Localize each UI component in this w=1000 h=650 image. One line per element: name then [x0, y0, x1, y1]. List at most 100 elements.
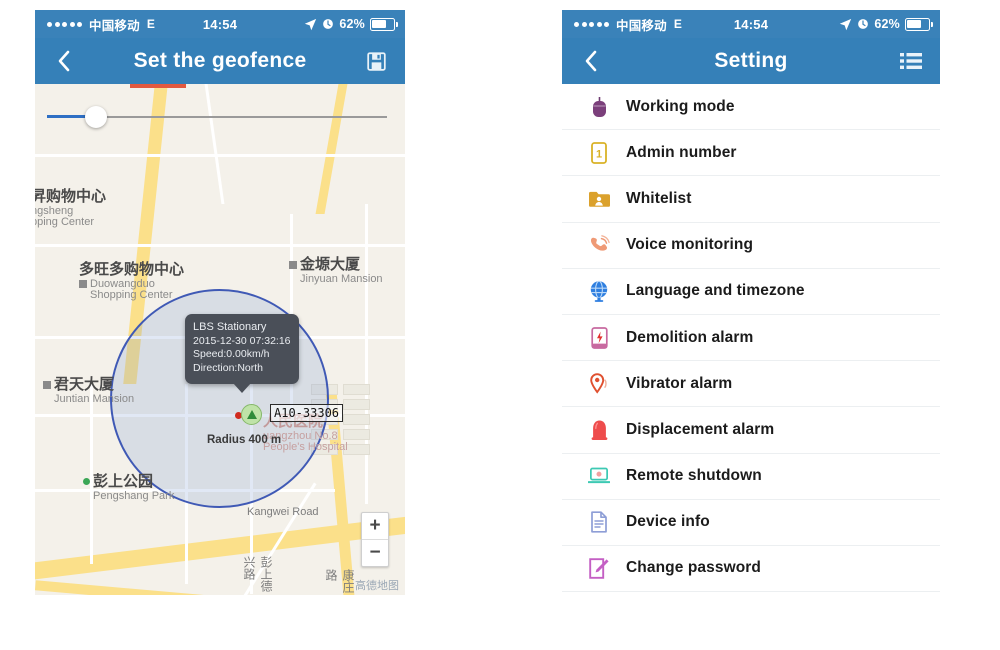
battery-icon	[905, 17, 933, 31]
battery-percent-label: 62%	[339, 17, 365, 31]
location-arrow-icon	[305, 18, 317, 30]
settings-item-change-password[interactable]: Change password	[562, 546, 940, 593]
svg-text:1: 1	[596, 148, 602, 160]
radius-slider[interactable]	[47, 106, 387, 128]
poi-cn-text: 金塬大厦	[300, 255, 361, 273]
poi-jinyuan-mansion: 金塬大厦 Jinyuan Mansion	[289, 255, 383, 285]
street-v-5	[365, 204, 368, 504]
poi-pengshang-park: 彭上公园 Pengshang Park	[83, 473, 175, 502]
poi-label-cn: 金塬大厦	[289, 255, 360, 273]
map-watermark: 高德地图	[355, 579, 399, 592]
settings-item-device-info[interactable]: Device info	[562, 500, 940, 546]
settings-item-language-timezone[interactable]: Language and timezone	[562, 269, 940, 315]
poi-label-en: Juntian Mansion	[54, 392, 135, 405]
device-location-marker[interactable]	[241, 404, 262, 425]
poi-cn-text: 君天大厦	[54, 375, 115, 393]
settings-item-demolition-alarm[interactable]: Demolition alarm	[562, 315, 940, 362]
settings-item-label: Device info	[626, 513, 710, 531]
battery-icon	[370, 17, 398, 31]
working-mode-icon	[588, 96, 610, 118]
shop-marker-icon	[79, 279, 87, 288]
building-block	[343, 399, 370, 410]
zoom-out-button[interactable]: −	[362, 540, 388, 566]
settings-item-label: Displacement alarm	[626, 420, 775, 438]
poi-label-en2: pping Center	[35, 216, 94, 229]
page-title: Set the geofence	[133, 49, 307, 72]
poi-shopping-center-1: 昇购物中心 ngsheng pping Center	[35, 187, 107, 229]
road-label-pengshang-dexing: 彭上德兴路	[242, 556, 273, 592]
road-label-kangzhuang: 康庄路	[324, 569, 355, 593]
settings-item-label: Vibrator alarm	[626, 374, 733, 392]
status-bar-right: 中国移动 E 14:54 62%	[562, 10, 940, 38]
settings-item-label: Demolition alarm	[626, 328, 754, 346]
settings-item-label: Voice monitoring	[626, 236, 754, 254]
zoom-in-button[interactable]: +	[362, 513, 388, 540]
admin-number-icon: 1	[588, 141, 610, 164]
status-right-group: 62%	[304, 17, 398, 31]
settings-item-admin-number[interactable]: 1 Admin number	[562, 130, 940, 177]
popup-title: LBS Stationary	[193, 321, 267, 333]
progress-accent-bar	[130, 84, 186, 88]
slider-fill	[47, 115, 89, 118]
back-button[interactable]	[562, 38, 620, 84]
building-block	[343, 384, 370, 395]
settings-item-voice-monitoring[interactable]: Voice monitoring	[562, 223, 940, 269]
poi-juntian-mansion: 君天大厦 Juntian Mansion	[43, 375, 135, 405]
road-label-kangwei: Kangwei Road	[247, 506, 319, 518]
setting-navbar: Setting	[562, 38, 940, 84]
menu-button[interactable]	[882, 38, 940, 84]
list-menu-icon	[900, 53, 922, 69]
chevron-left-icon	[585, 50, 597, 72]
park-marker-icon	[83, 478, 90, 485]
settings-item-working-mode[interactable]: Working mode	[562, 84, 940, 131]
street-h-1	[35, 154, 405, 157]
poi-label-cn: 君天大厦	[43, 375, 114, 393]
settings-item-label: Language and timezone	[626, 282, 805, 300]
poi-label-cn: 多旺多购物中心	[79, 260, 185, 278]
settings-item-label: Remote shutdown	[626, 467, 762, 485]
alarm-clock-icon	[323, 19, 334, 29]
displacement-bell-icon	[588, 419, 610, 441]
settings-list[interactable]: Working mode 1 Admin number Whitelist Vo…	[562, 84, 940, 595]
back-button[interactable]	[35, 38, 93, 84]
settings-item-remote-shutdown[interactable]: Remote shutdown	[562, 454, 940, 500]
save-floppy-icon	[366, 51, 386, 71]
slider-knob[interactable]	[85, 106, 107, 128]
setting-phone-screen: 中国移动 E 14:54 62% Setting Working mode 1 …	[562, 10, 940, 595]
screenshot-stage: 中国移动 E 14:54 62% Set the geofence 昇购物中心 …	[0, 0, 1000, 650]
poi-label-en2: Shopping Center	[90, 289, 173, 302]
geofence-navbar: Set the geofence	[35, 38, 405, 84]
remote-laptop-icon	[588, 465, 610, 487]
change-password-icon	[588, 557, 610, 579]
popup-speed: Speed:0.00km/h	[193, 348, 270, 361]
alarm-clock-icon	[858, 19, 869, 29]
poi-label-en: Pengshang Park	[93, 489, 175, 502]
settings-item-vibrator-alarm[interactable]: Vibrator alarm	[562, 361, 940, 408]
battery-percent-label: 62%	[874, 17, 900, 31]
page-title: Setting	[714, 49, 788, 72]
settings-item-label: Change password	[626, 559, 761, 577]
building-marker-icon	[289, 260, 297, 269]
settings-item-displacement-alarm[interactable]: Displacement alarm	[562, 407, 940, 454]
poi-duowangduo-shopping-center: 多旺多购物中心 Duowangduo Shopping Center	[79, 260, 185, 302]
popup-timestamp: 2015-12-30 07:32:16	[193, 334, 291, 347]
radius-label: Radius 400 m	[207, 434, 282, 446]
street-h-2	[35, 244, 405, 247]
settings-item-label: Admin number	[626, 143, 737, 161]
status-right-group: 62%	[839, 17, 933, 31]
settings-item-whitelist[interactable]: Whitelist	[562, 176, 940, 223]
save-button[interactable]	[347, 38, 405, 84]
settings-item-label: Whitelist	[626, 189, 692, 207]
globe-icon	[588, 280, 610, 303]
building-marker-icon	[43, 380, 51, 389]
device-id-label: A10-33306	[270, 404, 344, 422]
popup-direction: Direction:North	[193, 362, 264, 375]
poi-label-cn: 昇购物中心	[35, 187, 107, 205]
device-info-doc-icon	[588, 511, 610, 533]
chevron-left-icon	[58, 50, 70, 72]
map-zoom-controls[interactable]: + −	[361, 512, 389, 567]
poi-label-en: Jinyuan Mansion	[300, 272, 383, 285]
geofence-map[interactable]: 昇购物中心 ngsheng pping Center 多旺多购物中心 Duowa…	[35, 84, 405, 595]
poi-en-text: Duowangduo	[90, 277, 155, 290]
vibrator-pin-icon	[588, 372, 610, 395]
